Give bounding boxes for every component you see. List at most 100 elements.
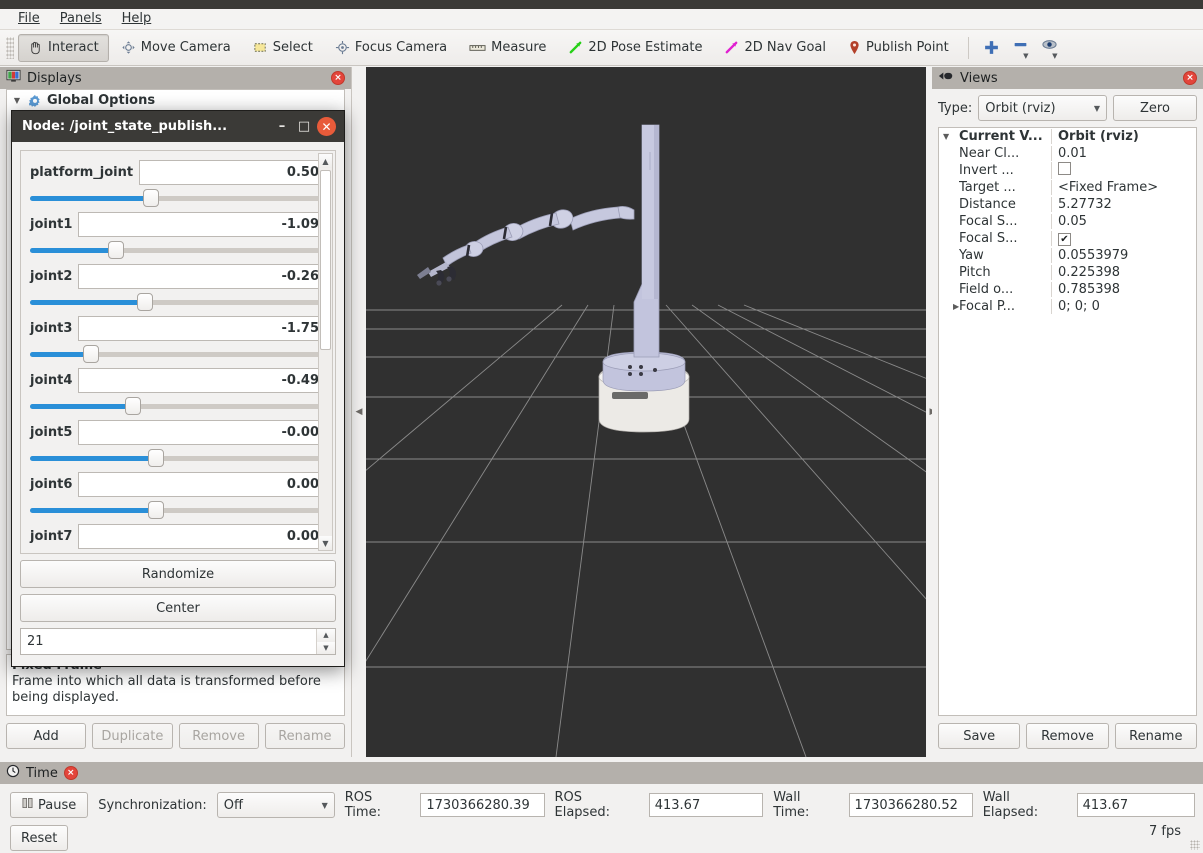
save-view-button[interactable]: Save	[938, 723, 1020, 749]
view-property-row[interactable]: Yaw0.0553979	[939, 247, 1196, 264]
joint-slider[interactable]	[30, 291, 326, 313]
scroll-down-icon[interactable]: ▼	[319, 536, 332, 550]
joint-slider[interactable]	[30, 551, 326, 554]
menu-panels[interactable]: Panels	[52, 10, 110, 28]
slider-handle[interactable]	[83, 345, 99, 363]
tree-item-global-options[interactable]: ▼ Global Options	[7, 90, 344, 111]
joint-value-field[interactable]: -0.00	[78, 420, 326, 445]
joint-sliders-scrollarea[interactable]: platform_joint0.50joint1-1.09joint2-0.26…	[20, 150, 336, 554]
spin-up-icon[interactable]: ▲	[317, 629, 335, 642]
joint-sliders-scrollbar[interactable]: ▲ ▼	[318, 153, 333, 551]
view-property-row[interactable]: Focal S...✔	[939, 230, 1196, 247]
collapse-left-icon[interactable]: ◀	[356, 407, 363, 417]
slider-handle[interactable]	[148, 449, 164, 467]
joint-slider[interactable]	[30, 499, 326, 521]
slider-handle[interactable]	[137, 293, 153, 311]
view-properties-tree[interactable]: ▼Current V...Orbit (rviz)Near Cl...0.01I…	[938, 127, 1197, 716]
add-button[interactable]: Add	[6, 723, 86, 749]
tool-2d-pose-estimate[interactable]: 2D Pose Estimate	[558, 34, 712, 62]
close-icon[interactable]: ✕	[317, 117, 336, 136]
view-property-value[interactable]: 0.0553979	[1051, 248, 1196, 263]
tool-move-camera[interactable]: Move Camera	[111, 34, 241, 62]
close-icon[interactable]: ×	[331, 71, 345, 85]
slider-handle[interactable]	[143, 189, 159, 207]
joint-slider[interactable]	[30, 395, 326, 417]
close-icon[interactable]: ×	[1183, 71, 1197, 85]
chevron-down-icon[interactable]: ▼	[1023, 54, 1028, 59]
chevron-right-icon[interactable]: ▶	[943, 302, 957, 311]
tool-select[interactable]: Select	[243, 34, 323, 62]
spin-down-icon[interactable]: ▼	[317, 642, 335, 655]
tool-visibility[interactable]: ▼	[1041, 36, 1058, 59]
view-property-value[interactable]: 0.01	[1051, 146, 1196, 161]
joint-slider[interactable]	[30, 343, 326, 365]
joint-value-field[interactable]: -0.26	[78, 264, 326, 289]
wall-time-field[interactable]: 1730366280.52	[849, 793, 973, 817]
joint-value-field[interactable]: 0.50	[139, 160, 326, 185]
view-property-row[interactable]: Field o...0.785398	[939, 281, 1196, 298]
view-property-value[interactable]: Orbit (rviz)	[1051, 129, 1196, 144]
minimize-icon[interactable]: –	[271, 119, 293, 134]
close-icon[interactable]: ×	[64, 766, 78, 780]
tool-interact[interactable]: Interact	[18, 34, 109, 62]
view-property-value[interactable]: 0.785398	[1051, 282, 1196, 297]
tool-measure[interactable]: Measure	[459, 34, 556, 62]
synchronization-combo[interactable]: Off ▼	[217, 792, 335, 818]
view-property-value[interactable]: 0.05	[1051, 214, 1196, 229]
slider-handle[interactable]	[148, 553, 164, 554]
joint-value-field[interactable]: -1.75	[78, 316, 326, 341]
zero-button[interactable]: Zero	[1113, 95, 1197, 121]
view-property-row[interactable]: Distance5.27732	[939, 196, 1196, 213]
joint-slider[interactable]	[30, 187, 326, 209]
view-property-row[interactable]: ▶Focal P...0; 0; 0	[939, 298, 1196, 315]
tool-publish-point[interactable]: Publish Point	[838, 34, 959, 62]
randomize-button[interactable]: Randomize	[20, 560, 336, 588]
spin-arrows[interactable]: ▲ ▼	[316, 629, 335, 654]
wall-elapsed-field[interactable]: 413.67	[1077, 793, 1195, 817]
slider-handle[interactable]	[125, 397, 141, 415]
tool-remove-tool[interactable]: ▼	[1012, 36, 1029, 59]
ros-time-field[interactable]: 1730366280.39	[420, 793, 544, 817]
joint-state-publisher-dialog[interactable]: Node: /joint_state_publish... – □ ✕ plat…	[11, 110, 345, 667]
tool-focus-camera[interactable]: Focus Camera	[325, 34, 457, 62]
jsp-titlebar[interactable]: Node: /joint_state_publish... – □ ✕	[12, 111, 344, 142]
toolbar-grip[interactable]	[6, 37, 14, 59]
joint-value-field[interactable]: 0.00	[78, 524, 326, 549]
checkbox[interactable]: ✔	[1058, 233, 1071, 246]
joint-count-value[interactable]: 21	[21, 629, 316, 654]
center-button[interactable]: Center	[20, 594, 336, 622]
joint-value-field[interactable]: -1.09	[78, 212, 326, 237]
menu-help[interactable]: Help	[114, 10, 160, 28]
view-property-row[interactable]: Near Cl...0.01	[939, 145, 1196, 162]
view-property-row[interactable]: Invert ...	[939, 162, 1196, 179]
view-property-value[interactable]: 0; 0; 0	[1051, 299, 1196, 314]
joint-slider[interactable]	[30, 239, 326, 261]
checkbox[interactable]	[1058, 162, 1071, 175]
joint-value-field[interactable]: -0.49	[78, 368, 326, 393]
reset-button[interactable]: Reset	[10, 825, 68, 851]
joint-count-spinbox[interactable]: 21 ▲ ▼	[20, 628, 336, 655]
resize-grip[interactable]	[1190, 840, 1200, 850]
view-property-value[interactable]: 0.225398	[1051, 265, 1196, 280]
slider-handle[interactable]	[148, 501, 164, 519]
view-property-row[interactable]: Pitch0.225398	[939, 264, 1196, 281]
3d-render-view[interactable]	[366, 67, 926, 757]
view-property-row[interactable]: Focal S...0.05	[939, 213, 1196, 230]
tool-2d-nav-goal[interactable]: 2D Nav Goal	[714, 34, 836, 62]
ros-elapsed-field[interactable]: 413.67	[649, 793, 764, 817]
maximize-icon[interactable]: □	[293, 119, 315, 134]
view-property-value[interactable]: 5.27732	[1051, 197, 1196, 212]
left-splitter[interactable]: ◀	[352, 67, 366, 757]
joint-slider[interactable]	[30, 447, 326, 469]
view-property-row[interactable]: ▼Current V...Orbit (rviz)	[939, 128, 1196, 145]
view-property-value[interactable]: <Fixed Frame>	[1051, 180, 1196, 195]
scroll-up-icon[interactable]: ▲	[319, 154, 332, 168]
chevron-down-icon[interactable]: ▼	[1052, 54, 1057, 59]
joint-value-field[interactable]: 0.00	[78, 472, 326, 497]
pause-button[interactable]: Pause	[10, 792, 88, 818]
menu-file[interactable]: File	[10, 10, 48, 28]
view-property-value[interactable]	[1051, 162, 1196, 179]
remove-view-button[interactable]: Remove	[1026, 723, 1108, 749]
view-type-combo[interactable]: Orbit (rviz) ▼	[978, 95, 1107, 121]
chevron-down-icon[interactable]: ▼	[11, 96, 23, 105]
